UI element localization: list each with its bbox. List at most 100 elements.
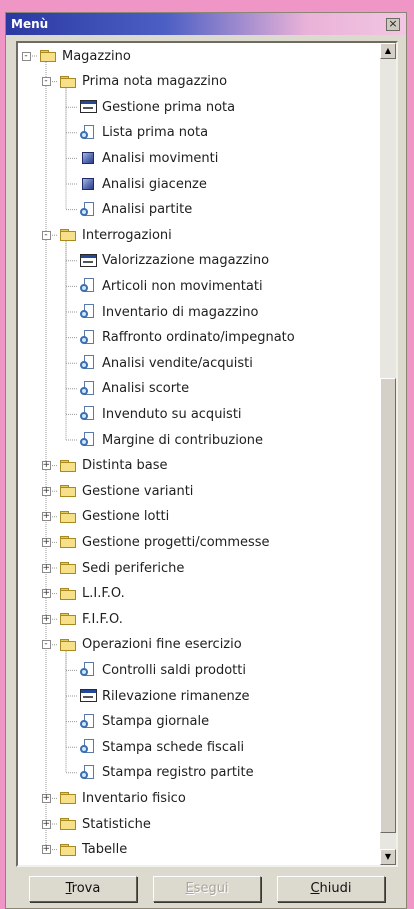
expand-toggle-icon[interactable]: + — [41, 793, 51, 803]
tree-node[interactable]: Controlli saldi prodotti — [79, 661, 246, 679]
tree-node[interactable]: Lista prima nota — [79, 124, 208, 142]
tree-node-label: Distinta base — [82, 458, 168, 474]
form-icon — [79, 253, 97, 269]
tree-node[interactable]: Magazzino — [39, 47, 131, 65]
tree-node-label: F.I.F.O. — [82, 611, 123, 627]
tree-node-label: Lista prima nota — [102, 125, 209, 141]
expand-toggle-icon[interactable]: + — [41, 512, 51, 522]
tree-node-label: Gestione progetti/commesse — [82, 534, 270, 550]
tree-node-label: Stampa schede fiscali — [102, 739, 245, 755]
tree-node[interactable]: Statistiche — [59, 815, 151, 833]
folder-icon — [59, 74, 77, 90]
icon-part — [60, 589, 76, 600]
tree-node[interactable]: Stampa schede fiscali — [79, 738, 244, 756]
icon-part — [60, 512, 76, 523]
expand-toggle-icon[interactable]: + — [41, 486, 51, 496]
tree-node[interactable]: Stampa giornale — [79, 713, 209, 731]
tree-node[interactable]: Tabelle — [59, 841, 127, 859]
collapse-toggle-icon[interactable]: - — [41, 640, 51, 650]
tree-node-label: Analisi partite — [102, 202, 193, 218]
tree-node[interactable]: Sedi periferiche — [59, 559, 184, 577]
close-window-button[interactable]: × — [386, 17, 400, 31]
tree-node[interactable]: Gestione varianti — [59, 482, 193, 500]
tree-node[interactable]: L.I.F.O. — [59, 585, 125, 603]
close-button[interactable]: Chiudi — [277, 876, 385, 902]
collapse-toggle-icon[interactable]: - — [41, 230, 51, 240]
folder-icon — [59, 483, 77, 499]
vertical-scrollbar[interactable]: ▲ ▼ — [380, 43, 396, 865]
icon-part — [83, 107, 93, 110]
icon-part — [60, 77, 76, 88]
window-titlebar[interactable]: Menù × — [6, 13, 406, 35]
tree-node-label: Statistiche — [82, 816, 151, 832]
expand-toggle-icon[interactable]: + — [41, 819, 51, 829]
icon-part — [60, 794, 76, 805]
tree-node-label: Prima nota magazzino — [82, 74, 228, 90]
close-button-label: hiudi — [319, 881, 352, 896]
tree-node[interactable]: Analisi scorte — [79, 380, 189, 398]
tree-node-label: Gestione varianti — [82, 483, 194, 499]
folder-icon — [59, 534, 77, 550]
tree-node[interactable]: Analisi giacenze — [79, 175, 207, 193]
tree-node-label: Stampa giornale — [102, 714, 210, 730]
tree-node-label: Interrogazioni — [82, 227, 172, 243]
collapse-toggle-icon[interactable]: - — [41, 77, 51, 87]
tree-node[interactable]: Distinta base — [59, 457, 168, 475]
tree-node-label: Sedi periferiche — [82, 560, 185, 576]
icon-part — [60, 487, 76, 498]
expand-toggle-icon[interactable]: + — [41, 461, 51, 471]
expand-toggle-icon[interactable]: + — [41, 537, 51, 547]
find-button[interactable]: Trova — [29, 876, 137, 902]
collapse-toggle-icon[interactable]: - — [21, 51, 31, 61]
tree-node[interactable]: Analisi movimenti — [79, 149, 218, 167]
run-button-mnemonic: E — [185, 881, 194, 896]
icon-part — [80, 438, 88, 446]
tree-node[interactable]: Inventario fisico — [59, 789, 186, 807]
icon-part — [60, 461, 76, 472]
tree-node[interactable]: F.I.F.O. — [59, 610, 123, 628]
tree-node-label: Tabelle — [82, 842, 128, 858]
scroll-up-button[interactable]: ▲ — [380, 43, 396, 59]
icon-part — [82, 152, 94, 165]
tree-node[interactable]: Raffronto ordinato/impegnato — [79, 329, 295, 347]
tree-node[interactable]: Gestione prima nota — [79, 98, 235, 116]
expand-toggle-icon[interactable]: + — [41, 563, 51, 573]
report-icon — [79, 432, 97, 448]
run-button[interactable]: Esegui — [153, 876, 261, 902]
tree-node-label: Raffronto ordinato/impegnato — [102, 330, 295, 346]
expand-toggle-icon[interactable]: + — [41, 845, 51, 855]
scroll-down-button[interactable]: ▼ — [380, 849, 396, 865]
tree-node[interactable]: Analisi vendite/acquisti — [79, 354, 253, 372]
tree-node[interactable]: Inventario di magazzino — [79, 303, 258, 321]
icon-part — [60, 564, 76, 574]
report-icon — [79, 355, 97, 371]
tree-node[interactable]: Interrogazioni — [59, 226, 172, 244]
tree-node[interactable]: Gestione progetti/commesse — [59, 533, 270, 551]
tree-node[interactable]: Articoli non movimentati — [79, 277, 263, 295]
menu-window: Menù × Magazzino - Prima nota magazzino - Ge… — [5, 12, 407, 909]
tree-node[interactable]: Margine di contribuzione — [79, 431, 263, 449]
tree-node[interactable]: Operazioni fine esercizio — [59, 636, 242, 654]
expand-toggle-icon[interactable]: + — [41, 589, 51, 599]
folder-icon — [59, 816, 77, 832]
tree-node-label: Analisi movimenti — [102, 150, 219, 166]
tree-node[interactable]: Analisi partite — [79, 201, 192, 219]
icon-part — [80, 335, 88, 344]
report-icon — [79, 764, 97, 781]
icon-part — [80, 310, 88, 318]
tree-node-label: Invenduto su acquisti — [102, 406, 242, 422]
tree-node[interactable]: Invenduto su acquisti — [79, 405, 242, 423]
tree-node-label: Gestione prima nota — [102, 99, 236, 115]
icon-part — [82, 178, 94, 190]
tree-node-label: L.I.F.O. — [82, 586, 125, 602]
tree-node[interactable]: Prima nota magazzino — [59, 73, 227, 91]
tree-node[interactable]: Gestione lotti — [59, 508, 169, 526]
tree-node[interactable]: Rilevazione rimanenze — [79, 687, 250, 705]
tree-node[interactable]: Stampa registro partite — [79, 764, 254, 782]
expand-toggle-icon[interactable]: + — [41, 614, 51, 624]
report-icon — [79, 304, 97, 320]
folder-icon — [59, 509, 77, 525]
scrollbar-thumb[interactable] — [380, 378, 396, 833]
tree-node[interactable]: Valorizzazione magazzino — [79, 252, 269, 270]
report-icon — [79, 380, 97, 397]
